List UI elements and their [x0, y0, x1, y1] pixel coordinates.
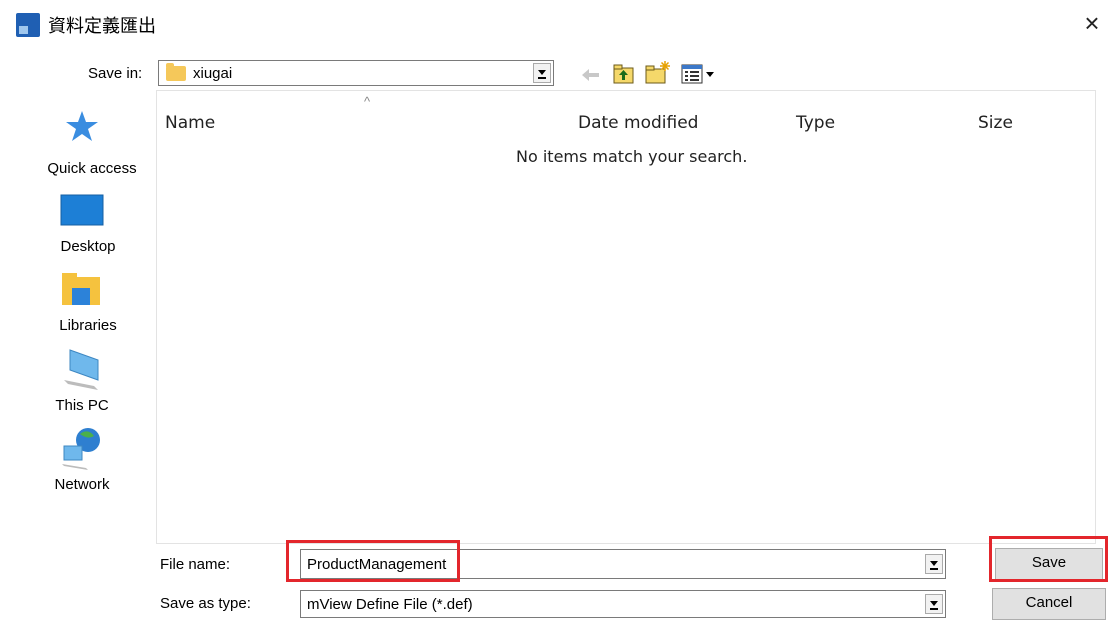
close-button[interactable]: × [1075, 6, 1109, 40]
place-label: This PC [55, 397, 109, 414]
computer-icon [64, 349, 99, 390]
app-icon [16, 13, 40, 37]
window-title: 資料定義匯出 [48, 16, 156, 37]
chevron-down-icon[interactable] [925, 554, 943, 574]
place-label: Quick access [47, 160, 137, 177]
sort-indicator-icon: ^ [364, 94, 371, 109]
save-as-type-label: Save as type: [160, 595, 251, 612]
star-icon [66, 111, 98, 141]
column-header-name[interactable]: Name [165, 113, 215, 133]
file-name-label: File name: [160, 556, 231, 573]
chevron-down-icon[interactable] [925, 594, 943, 614]
save-in-folder-name: xiugai [193, 65, 233, 82]
folder-icon [166, 63, 186, 81]
save-as-type-dropdown[interactable]: mView Define File (*.def) [300, 590, 946, 618]
save-as-type-value: mView Define File (*.def) [307, 596, 473, 613]
view-menu-icon[interactable] [680, 62, 720, 86]
place-label: Desktop [60, 238, 116, 255]
empty-list-message: No items match your search. [516, 147, 748, 166]
save-in-label: Save in: [88, 65, 143, 82]
place-label: Network [54, 476, 110, 493]
title-bar: 資料定義匯出 × [0, 0, 1110, 48]
network-icon [62, 428, 100, 470]
column-header-type[interactable]: Type [796, 113, 835, 133]
desktop-icon [60, 194, 104, 226]
save-in-dropdown[interactable]: xiugai [158, 60, 554, 86]
up-folder-icon[interactable] [612, 62, 636, 86]
libraries-icon [62, 273, 100, 305]
chevron-down-icon[interactable] [533, 63, 551, 83]
column-header-date-modified[interactable]: Date modified [578, 113, 698, 133]
file-name-highlight [286, 540, 460, 582]
back-arrow-icon[interactable] [580, 64, 602, 86]
place-label: Libraries [59, 317, 117, 334]
new-folder-icon[interactable] [644, 60, 672, 86]
cancel-button[interactable]: Cancel [992, 588, 1106, 620]
save-button-highlight [989, 536, 1108, 582]
column-header-size[interactable]: Size [978, 113, 1013, 133]
